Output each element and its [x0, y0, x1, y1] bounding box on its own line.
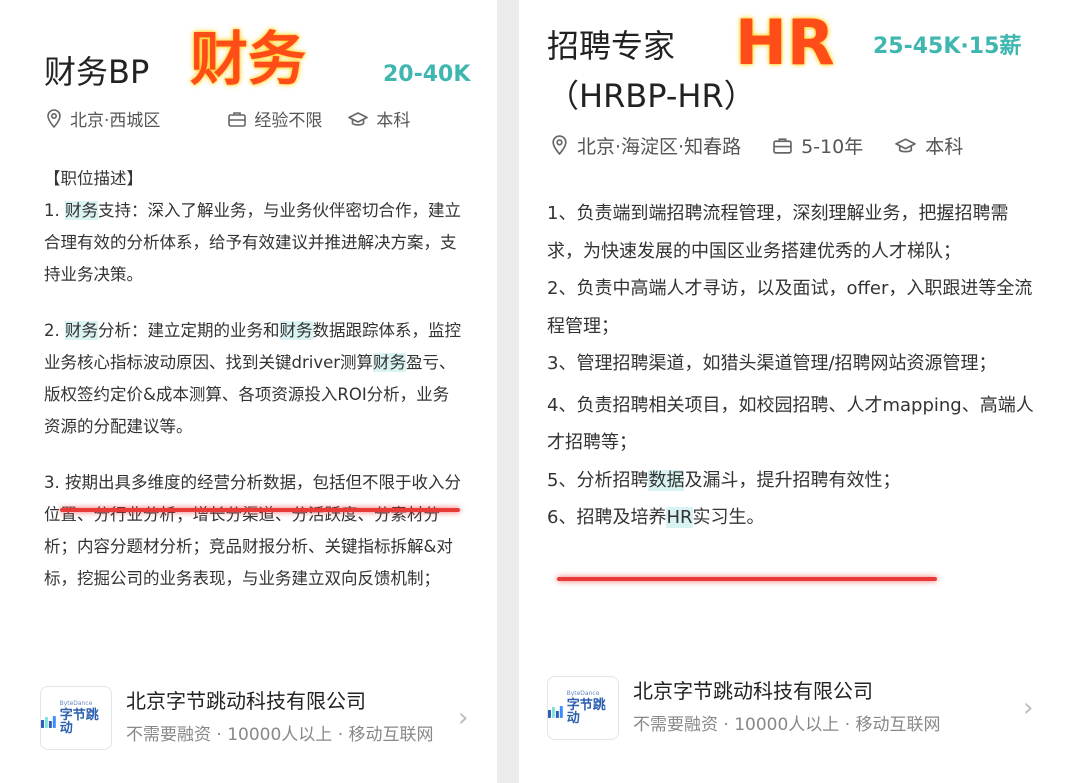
overlay-annotation: HR [735, 6, 835, 79]
company-card[interactable]: ByteDance 字节跳动 北京字节跳动科技有限公司 不需要融资 · 1000… [40, 686, 434, 750]
graduation-cap-icon [895, 138, 917, 153]
red-underline-annotation [557, 577, 937, 581]
desc-item-5: 5、分析招聘数据及漏斗，提升招聘有效性； [547, 469, 901, 491]
job-title-line2: （HRBP-HR） [547, 77, 756, 115]
location-pin-icon [47, 108, 61, 128]
company-name: 北京字节跳动科技有限公司 [126, 689, 366, 713]
job-meta-row: 北京·海淀区·知春路 5-10年 本科 [551, 132, 963, 159]
overlay-annotation: 财务 [190, 25, 307, 93]
keyword-highlight: 财务 [65, 321, 98, 340]
location-pin-icon [552, 135, 567, 156]
desc-item-4: 4、负责招聘相关项目，如校园招聘、人才mapping、高端人才招聘等； [547, 394, 1034, 454]
job-description: 【职位描述】 1. 财务支持：深入了解业务，与业务伙伴密切合作，建立合理有效的分… [44, 163, 464, 595]
graduation-cap-icon [348, 111, 369, 126]
keyword-highlight: 数据 [648, 469, 685, 491]
job-description: 1、负责端到端招聘流程管理，深刻理解业务，把握招聘需求，为快速发展的中国区业务搭… [547, 195, 1043, 537]
keyword-highlight: 财务 [279, 321, 313, 340]
company-details: 不需要融资 · 10000人以上 · 移动互联网 [633, 715, 941, 735]
job-card-recruiting-expert[interactable]: 招聘专家 （HRBP-HR） HR 25-45K·15薪 北京·海淀区·知春路 … [519, 0, 1080, 783]
keyword-highlight: 财务 [373, 353, 407, 372]
job-title: 招聘专家 [547, 27, 676, 65]
experience-text: 经验不限 [254, 111, 323, 131]
keyword-highlight: HR [666, 507, 693, 528]
meta-degree: 本科 [895, 132, 963, 159]
desc-item-2: 2、负责中高端人才寻访，以及面试，offer，入职跟进等全流程管理； [547, 278, 1033, 337]
desc-item-3: 3. 按期出具多维度的经营分析数据，包括但不限于收入分位置、分行业分析；增长分渠… [44, 473, 461, 588]
salary-badge: 25-45K·15薪 [873, 34, 1022, 59]
desc-item-1: 1、负责端到端招聘流程管理，深刻理解业务，把握招聘需求，为快速发展的中国区业务搭… [547, 203, 1009, 262]
chevron-right-icon[interactable]: › [1023, 693, 1033, 723]
job-title: 财务BP [44, 53, 150, 91]
degree-text: 本科 [376, 111, 411, 131]
company-logo: ByteDance 字节跳动 [547, 676, 619, 740]
keyword-highlight: 财务 [65, 201, 98, 220]
bytedance-bars-icon [41, 716, 56, 728]
meta-degree: 本科 [348, 106, 410, 131]
meta-experience: 5-10年 [773, 132, 863, 159]
meta-location: 北京·海淀区·知春路 [551, 132, 741, 159]
desc-item-3: 3、管理招聘渠道，如猎头渠道管理/招聘网站资源管理； [547, 353, 997, 374]
desc-item-2: 2. 财务分析：建立定期的业务和财务数据跟踪体系，监控业务核心指标波动原因、找到… [44, 321, 461, 436]
briefcase-icon [773, 138, 792, 154]
location-text: 北京·西城区 [70, 111, 161, 131]
degree-text: 本科 [925, 136, 964, 158]
bytedance-bars-icon [548, 706, 563, 718]
desc-item-6: 6、招聘及培养HR实习生。 [547, 507, 765, 528]
company-logo: ByteDance 字节跳动 [40, 686, 112, 750]
job-card-finance-bp[interactable]: 财务BP 财务 20-40K 北京·西城区 经验不限 本科 【职位描述】 1. … [0, 0, 497, 783]
briefcase-icon [228, 111, 247, 127]
section-heading: 【职位描述】 [44, 169, 143, 188]
company-card[interactable]: ByteDance 字节跳动 北京字节跳动科技有限公司 不需要融资 · 1000… [547, 676, 941, 740]
meta-experience: 经验不限 [228, 106, 322, 131]
red-underline-annotation [60, 508, 460, 512]
desc-item-1: 1. 财务支持：深入了解业务，与业务伙伴密切合作，建立合理有效的分析体系，给予有… [44, 201, 461, 284]
company-details: 不需要融资 · 10000人以上 · 移动互联网 [126, 725, 434, 745]
job-meta-row: 北京·西城区 经验不限 本科 [46, 106, 410, 131]
salary-badge: 20-40K [383, 62, 471, 87]
chevron-right-icon[interactable]: › [458, 703, 468, 733]
meta-location: 北京·西城区 [46, 106, 160, 131]
company-name: 北京字节跳动科技有限公司 [633, 679, 873, 703]
experience-text: 5-10年 [801, 136, 864, 158]
location-text: 北京·海淀区·知春路 [577, 136, 742, 158]
